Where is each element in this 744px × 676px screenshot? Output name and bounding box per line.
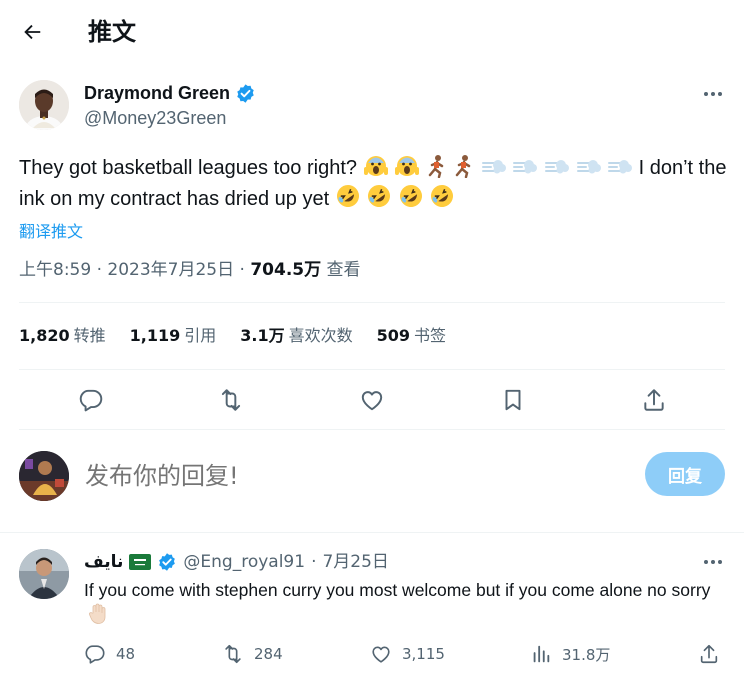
reply-author-handle[interactable]: @Eng_royal91: [183, 551, 305, 573]
retweets-count: 1,820: [19, 326, 70, 345]
bookmark-button[interactable]: [495, 382, 531, 418]
share-button[interactable]: [636, 382, 672, 418]
rolling-on-floor-laughing-emoji-icon: [336, 185, 359, 207]
quotes-label: 引用: [184, 326, 217, 345]
reply-tweet[interactable]: نايف @Eng_royal91 · 7月25日 If you come wi…: [0, 533, 744, 676]
retweets-stat[interactable]: 1,820 转推: [19, 324, 106, 348]
author-handle[interactable]: @Money23Green: [84, 107, 226, 129]
page-title: 推文: [88, 18, 136, 46]
avatar[interactable]: [19, 80, 69, 130]
reply-input[interactable]: [85, 457, 585, 495]
retweets-label: 转推: [73, 326, 106, 345]
like-button[interactable]: [354, 382, 390, 418]
reply-retweet-button[interactable]: 284: [222, 643, 283, 665]
raised-hand-emoji-icon: [89, 603, 106, 624]
quotes-count: 1,119: [129, 326, 181, 345]
dashing-away-emoji-icon: [576, 160, 601, 174]
likes-label: 喜欢次数: [288, 326, 353, 345]
avatar[interactable]: [19, 549, 69, 599]
reply-composer: 回复: [19, 449, 725, 505]
rolling-on-floor-laughing-emoji-icon: [399, 185, 422, 207]
reply-reply-button[interactable]: 48: [84, 643, 135, 665]
views-label: 查看: [326, 260, 361, 280]
arrow-left-icon: [24, 24, 41, 40]
reply-views-count: 31.8万: [562, 645, 611, 664]
verified-badge-icon: [159, 553, 176, 571]
more-horizontal-icon: [704, 560, 722, 564]
divider: [19, 302, 725, 303]
share-icon: [644, 389, 664, 411]
reply-likes-count: 3,115: [402, 645, 445, 663]
reply-author-name[interactable]: نايف: [84, 551, 123, 573]
likes-count: 3.1万: [240, 326, 285, 345]
author-name-text: Draymond Green: [84, 83, 231, 103]
reply-button[interactable]: [73, 382, 109, 418]
retweet-icon: [225, 644, 241, 664]
likes-stat[interactable]: 3.1万 喜欢次数: [240, 324, 352, 348]
tweet-meta: 上午8:59 · 2023年7月25日 · 704.5万 查看: [19, 258, 361, 282]
verified-badge-icon: [237, 83, 254, 103]
rolling-on-floor-laughing-emoji-icon: [431, 185, 454, 207]
retweet-icon: [221, 389, 241, 411]
reply-header: نايف @Eng_royal91 · 7月25日: [84, 551, 389, 573]
top-bar: 推文: [0, 0, 744, 64]
bookmark-icon: [505, 389, 521, 411]
face-screaming-emoji-icon: [363, 156, 388, 176]
bookmarks-count: 509: [376, 326, 411, 345]
bookmarks-label: 书签: [414, 326, 447, 345]
tweet-actions: [19, 380, 725, 420]
tweet-date[interactable]: 2023年7月25日: [107, 260, 234, 280]
author-name[interactable]: Draymond Green: [84, 82, 256, 104]
reply-submit-button[interactable]: 回复: [645, 452, 725, 496]
person-running-emoji-icon: [456, 155, 471, 178]
saudi-flag-icon: [129, 554, 152, 570]
retweet-button[interactable]: [213, 382, 249, 418]
views-count: 704.5万: [250, 260, 322, 280]
meta-separator: ·: [96, 260, 108, 280]
heart-icon: [361, 391, 383, 411]
rolling-on-floor-laughing-emoji-icon: [368, 185, 391, 207]
tweet-text: They got basketball leagues too right? I…: [19, 153, 731, 214]
tweet-author: Draymond Green @Money23Green: [19, 80, 725, 132]
back-button[interactable]: [14, 14, 50, 50]
reply-separator: ·: [311, 552, 317, 572]
bookmarks-stat[interactable]: 509 书签: [377, 324, 446, 348]
tweet-time[interactable]: 上午8:59: [19, 260, 91, 280]
person-running-emoji-icon: [428, 155, 443, 178]
current-user-avatar[interactable]: [19, 451, 69, 501]
dashing-away-emoji-icon: [513, 160, 538, 174]
reply-actions: 48 284 3,115 31.8万: [84, 643, 724, 667]
speech-bubble-icon: [85, 645, 105, 664]
translate-tweet-link[interactable]: 翻译推文: [19, 218, 83, 242]
tweet-stats: 1,820 转推 1,119 引用 3.1万 喜欢次数 509 书签: [19, 324, 446, 348]
divider: [19, 369, 725, 370]
divider: [19, 429, 725, 430]
dashing-away-emoji-icon: [481, 160, 506, 174]
speech-bubble-icon: [79, 389, 103, 412]
reply-retweets-count: 284: [254, 645, 283, 663]
reply-more-button[interactable]: [701, 550, 725, 574]
reply-date[interactable]: 7月25日: [322, 551, 388, 573]
face-screaming-emoji-icon: [395, 156, 420, 176]
reply-share-button[interactable]: [698, 643, 720, 665]
reply-like-button[interactable]: 3,115: [370, 643, 445, 665]
meta-separator: ·: [239, 260, 251, 280]
bar-chart-icon: [533, 645, 550, 663]
share-icon: [700, 644, 718, 664]
reply-replies-count: 48: [116, 645, 136, 663]
quotes-stat[interactable]: 1,119 引用: [130, 324, 217, 348]
dashing-away-emoji-icon: [544, 160, 569, 174]
heart-icon: [372, 646, 390, 663]
reply-text-content: If you come with stephen curry you most …: [84, 580, 711, 600]
more-options-button[interactable]: [701, 82, 725, 106]
more-horizontal-icon: [704, 92, 722, 96]
reply-text: If you come with stephen curry you most …: [84, 578, 724, 628]
dashing-away-emoji-icon: [608, 160, 633, 174]
tweet-text-part-1: They got basketball leagues too right?: [19, 157, 363, 179]
reply-views-button[interactable]: 31.8万: [530, 643, 610, 665]
